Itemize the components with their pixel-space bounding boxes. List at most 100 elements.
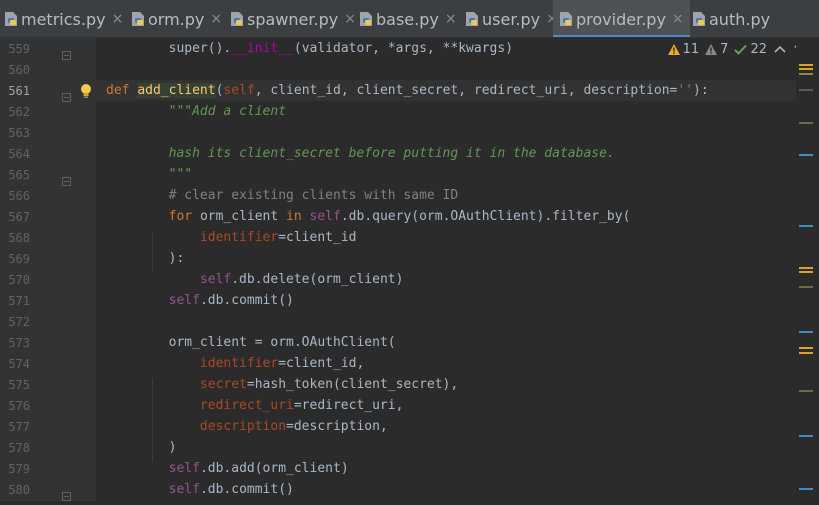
stripe-mark-warning[interactable] bbox=[799, 267, 813, 269]
code-line[interactable]: ): bbox=[96, 248, 796, 269]
warning-icon bbox=[667, 43, 680, 55]
stripe-mark[interactable] bbox=[799, 89, 813, 91]
line-number[interactable]: 578 bbox=[0, 438, 30, 459]
tab-spawner[interactable]: spawner.py × bbox=[224, 0, 362, 37]
warnings-indicator[interactable]: 11 bbox=[667, 42, 699, 57]
code-line[interactable]: for orm_client in self.db.query(orm.OAut… bbox=[96, 206, 796, 227]
code-token: orm_client = orm.OAuthClient( bbox=[168, 335, 396, 350]
code-line[interactable]: identifier=client_id bbox=[96, 227, 796, 248]
close-tab-icon[interactable]: × bbox=[672, 11, 684, 27]
code-editor[interactable]: super().__init__(validator, *args, **kwa… bbox=[96, 38, 796, 501]
tab-base[interactable]: base.py × bbox=[353, 0, 463, 37]
fold-marker-icon[interactable] bbox=[62, 486, 71, 501]
stripe-mark[interactable] bbox=[799, 122, 813, 124]
close-tab-icon[interactable]: × bbox=[210, 11, 222, 27]
fold-marker-icon[interactable] bbox=[62, 171, 71, 186]
stripe-mark-warning[interactable] bbox=[799, 352, 813, 354]
line-number[interactable]: 571 bbox=[0, 291, 30, 312]
line-number[interactable]: 575 bbox=[0, 375, 30, 396]
stripe-mark-info[interactable] bbox=[799, 435, 813, 437]
line-number[interactable]: 572 bbox=[0, 312, 30, 333]
code-text: orm_client = orm.OAuthClient( bbox=[106, 332, 396, 353]
line-number[interactable]: 573 bbox=[0, 333, 30, 354]
line-number[interactable]: 561 bbox=[0, 81, 30, 102]
line-number[interactable]: 580 bbox=[0, 480, 30, 501]
stripe-mark[interactable] bbox=[799, 286, 813, 288]
code-line[interactable]: """ bbox=[96, 164, 796, 185]
code-token: __init__ bbox=[231, 41, 294, 56]
stripe-mark-info[interactable] bbox=[799, 225, 813, 227]
code-line[interactable]: description=description, bbox=[96, 416, 796, 437]
code-text: # clear existing clients with same ID bbox=[106, 185, 459, 206]
code-line[interactable]: identifier=client_id, bbox=[96, 353, 796, 374]
code-line[interactable]: self.db.commit() bbox=[96, 479, 796, 500]
close-tab-icon[interactable]: × bbox=[112, 11, 124, 27]
python-file-icon bbox=[359, 11, 373, 27]
typos-indicator[interactable]: 22 bbox=[734, 42, 767, 57]
code-token: hash its client_secret before putting it… bbox=[168, 146, 615, 161]
code-line[interactable]: orm_client = orm.OAuthClient( bbox=[96, 332, 796, 353]
inspection-widget[interactable]: 11 7 22 bbox=[667, 40, 807, 58]
code-line[interactable]: hash its client_secret before putting it… bbox=[96, 143, 796, 164]
stripe-mark-info[interactable] bbox=[799, 488, 813, 490]
line-number[interactable]: 565 bbox=[0, 165, 30, 186]
stripe-mark-warning[interactable] bbox=[799, 64, 813, 66]
code-token: description bbox=[199, 419, 287, 434]
stripe-mark-warning[interactable] bbox=[799, 73, 813, 75]
weak-warnings-indicator[interactable]: 7 bbox=[705, 42, 728, 57]
fold-marker-icon[interactable] bbox=[62, 45, 71, 60]
line-number[interactable]: 574 bbox=[0, 354, 30, 375]
tab-orm[interactable]: orm.py × bbox=[125, 0, 228, 37]
code-line[interactable]: self.db.commit() bbox=[96, 290, 796, 311]
fold-marker-icon[interactable] bbox=[62, 87, 71, 102]
stripe-mark-warning[interactable] bbox=[799, 347, 813, 349]
code-line[interactable]: self.db.add(orm_client) bbox=[96, 458, 796, 479]
tab-auth[interactable]: auth.py bbox=[686, 0, 776, 37]
code-text: self.db.add(orm_client) bbox=[106, 458, 349, 479]
close-tab-icon[interactable]: × bbox=[445, 11, 457, 27]
weak-warnings-count: 7 bbox=[720, 41, 729, 57]
tab-metrics[interactable]: metrics.py × bbox=[0, 0, 129, 37]
stripe-mark[interactable] bbox=[799, 390, 813, 392]
code-line[interactable]: secret=hash_token(client_secret), bbox=[96, 374, 796, 395]
line-number[interactable]: 563 bbox=[0, 123, 30, 144]
line-number[interactable]: 562 bbox=[0, 102, 30, 123]
error-stripe[interactable] bbox=[796, 38, 819, 501]
code-line[interactable]: """Add a client bbox=[96, 101, 796, 122]
intention-bulb-icon[interactable] bbox=[80, 83, 92, 99]
python-file-icon bbox=[4, 11, 18, 27]
line-number[interactable]: 577 bbox=[0, 417, 30, 438]
line-number[interactable]: 559 bbox=[0, 39, 30, 60]
tab-provider[interactable]: provider.py × bbox=[553, 0, 690, 37]
tab-label: auth.py bbox=[709, 9, 771, 29]
tab-user[interactable]: user.py × bbox=[459, 0, 564, 37]
line-number[interactable]: 568 bbox=[0, 228, 30, 249]
code-line[interactable]: redirect_uri=redirect_uri, bbox=[96, 395, 796, 416]
stripe-mark-info[interactable] bbox=[799, 154, 813, 156]
stripe-mark-warning[interactable] bbox=[799, 271, 813, 273]
line-number[interactable]: 576 bbox=[0, 396, 30, 417]
stripe-mark-info[interactable] bbox=[799, 331, 813, 333]
line-number[interactable]: 570 bbox=[0, 270, 30, 291]
code-line[interactable] bbox=[96, 311, 796, 332]
line-number[interactable]: 569 bbox=[0, 249, 30, 270]
line-number[interactable]: 564 bbox=[0, 144, 30, 165]
code-line[interactable]: ) bbox=[96, 437, 796, 458]
code-text: """Add a client bbox=[106, 101, 286, 122]
code-line[interactable]: # clear existing clients with same ID bbox=[96, 185, 796, 206]
code-line[interactable]: def add_client(self, client_id, client_s… bbox=[96, 80, 796, 101]
line-number[interactable]: 567 bbox=[0, 207, 30, 228]
code-token: .db.add(orm_client) bbox=[199, 461, 349, 476]
line-number[interactable]: 566 bbox=[0, 186, 30, 207]
code-line[interactable] bbox=[96, 122, 796, 143]
line-number[interactable]: 579 bbox=[0, 459, 30, 480]
line-number[interactable]: 560 bbox=[0, 60, 30, 81]
stripe-mark-warning[interactable] bbox=[799, 68, 813, 70]
code-line[interactable] bbox=[96, 59, 796, 80]
previous-highlight-icon[interactable] bbox=[773, 44, 787, 54]
code-line[interactable]: self.db.delete(orm_client) bbox=[96, 269, 796, 290]
